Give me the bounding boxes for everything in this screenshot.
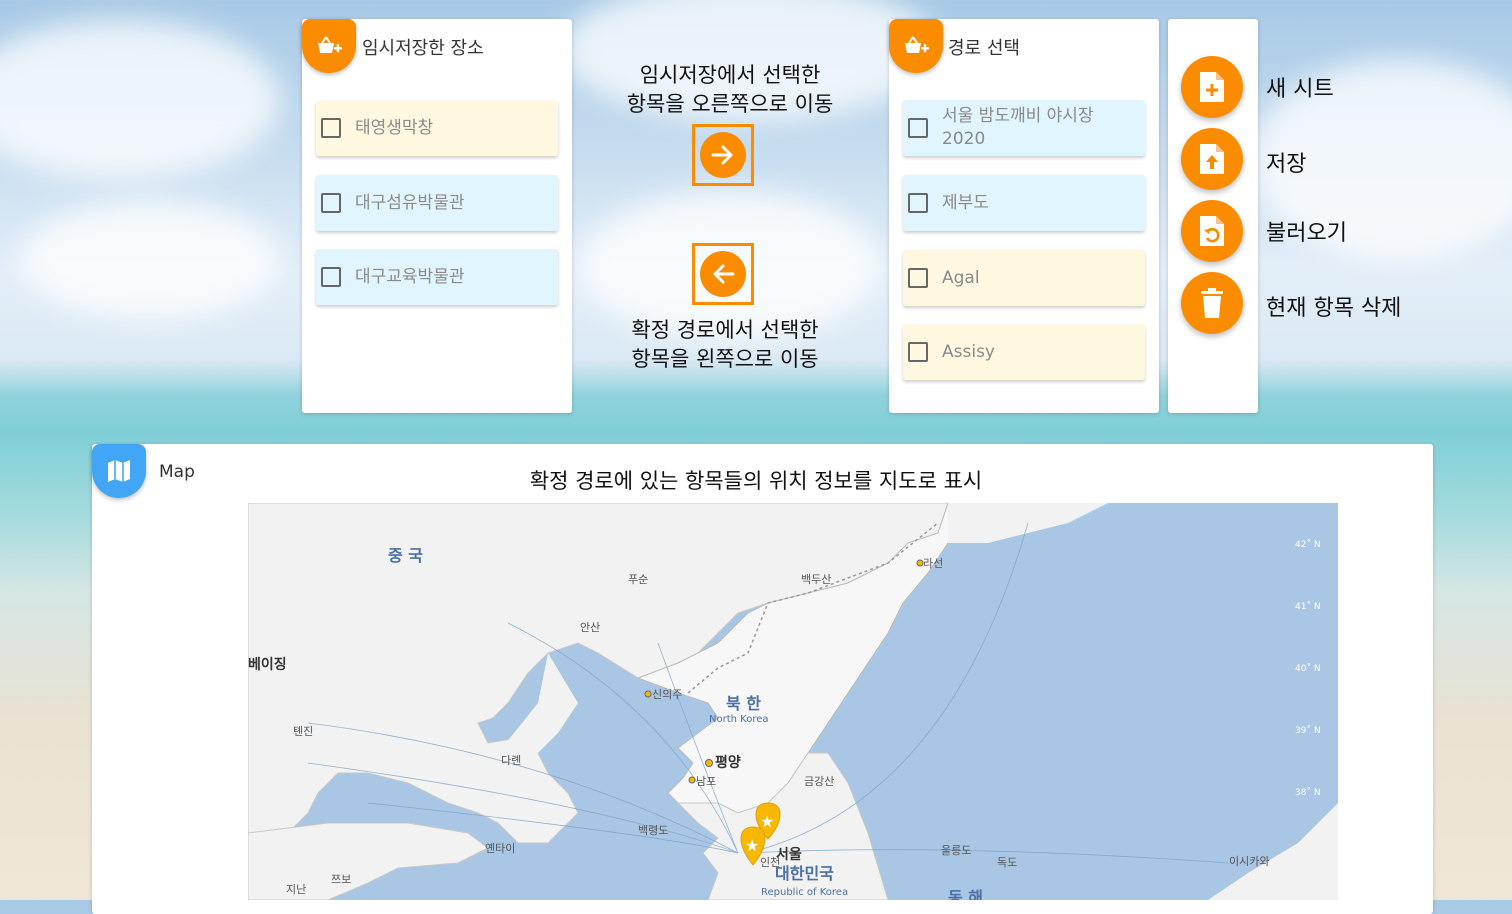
item-checkbox[interactable] [321, 267, 341, 287]
item-label: 대구교육박물관 [355, 266, 465, 287]
move-left-circle [700, 251, 746, 297]
map-label-jinan: 지난 [286, 883, 306, 896]
map-label-tianjin: 톈진 [293, 725, 313, 738]
map-label-baengnyeong: 백령도 [638, 824, 668, 837]
map-label-pyongyang: 평양 [715, 754, 741, 771]
background-cloud [20, 200, 280, 320]
delete-current-button[interactable] [1181, 272, 1243, 334]
item-checkbox[interactable] [321, 118, 341, 138]
temp-panel-title: 임시저장한 장소 [362, 38, 484, 59]
map-label-lat40: 40˚ N [1295, 663, 1321, 674]
new-sheet-label: 새 시트 [1266, 77, 1334, 102]
map-canvas[interactable]: 중 국 베이징 톈진 푸순 안산 다롄 옌타이 지난 쯔보 백두산 라선 신의주… [248, 503, 1338, 900]
map-label-sinuiju: 신의주 [652, 688, 682, 701]
svg-text:★: ★ [745, 836, 759, 855]
file-restore-icon [1200, 216, 1224, 246]
item-label: Assisy [942, 341, 995, 362]
svg-text:★: ★ [760, 812, 774, 831]
map-label-zibo: 쯔보 [331, 873, 351, 886]
item-label: 제부도 [942, 192, 989, 213]
temp-panel-badge [302, 19, 356, 73]
city-dot [688, 776, 696, 784]
map-label-ulleung: 울릉도 [941, 844, 971, 857]
map-label-geumgang: 금강산 [804, 775, 834, 788]
move-right-instruction: 임시저장에서 선택한 항목을 오른쪽으로 이동 [600, 61, 860, 119]
map-label-lat41: 41˚ N [1295, 601, 1321, 612]
move-right-text-line2: 항목을 오른쪽으로 이동 [626, 92, 834, 116]
move-right-circle [700, 132, 746, 178]
trash-icon [1201, 288, 1223, 318]
map-label-nampo: 남포 [696, 775, 716, 788]
background-cloud [0, 20, 280, 180]
map-label-lat42: 42˚ N [1295, 539, 1321, 550]
load-label: 불러오기 [1266, 221, 1347, 246]
map-label-fushun: 푸순 [628, 573, 648, 586]
arrow-left-icon [713, 264, 735, 284]
map-label-ishikawa: 이시카와 [1229, 855, 1269, 868]
item-checkbox[interactable] [908, 118, 928, 138]
move-left-instruction: 확정 경로에서 선택한 항목을 왼쪽으로 이동 [595, 316, 855, 374]
map-label-dokdo: 독도 [997, 856, 1017, 869]
item-checkbox[interactable] [321, 193, 341, 213]
map-label-dalian: 다롄 [501, 754, 521, 767]
route-panel-title: 경로 선택 [948, 38, 1020, 59]
move-left-text-line1: 확정 경로에서 선택한 [631, 318, 819, 342]
map-label-lat39: 39˚ N [1295, 725, 1321, 736]
item-label: 태영생막창 [355, 117, 434, 138]
route-list-item[interactable]: Assisy [903, 324, 1145, 380]
map-heading: 확정 경로에 있는 항목들의 위치 정보를 지도로 표시 [529, 469, 983, 493]
map-label-north-korea: 북 한 [726, 694, 761, 713]
item-checkbox[interactable] [908, 193, 928, 213]
move-left-text-line2: 항목을 왼쪽으로 이동 [631, 347, 819, 371]
item-label-line1: 서울 밤도깨비 야시장 [942, 106, 1094, 126]
move-right-text-line1: 임시저장에서 선택한 [639, 63, 821, 87]
save-button[interactable] [1181, 128, 1243, 190]
map-label-east-sea: 동 해 [948, 888, 983, 900]
temp-list-item[interactable]: 대구섬유박물관 [316, 175, 558, 231]
new-sheet-button[interactable] [1181, 56, 1243, 118]
load-button[interactable] [1181, 200, 1243, 262]
map-label-beijing: 베이징 [248, 656, 287, 673]
map-label-lat38: 38˚ N [1295, 787, 1321, 798]
file-upload-icon [1200, 144, 1224, 174]
item-label: 대구섬유박물관 [355, 192, 465, 213]
map-label-yantai: 옌타이 [485, 842, 515, 855]
item-label: Agal [942, 267, 980, 288]
city-dot [705, 759, 713, 767]
map-label-baekdu: 백두산 [801, 573, 831, 586]
temp-list-item[interactable]: 대구교육박물관 [316, 249, 558, 305]
city-dot [916, 559, 924, 567]
delete-current-label: 현재 항목 삭제 [1266, 296, 1402, 321]
arrow-right-icon [711, 145, 733, 165]
new-file-icon [1200, 72, 1224, 102]
map-label-rason: 라선 [923, 557, 943, 570]
temp-saved-panel: 임시저장한 장소 태영생막창 대구섬유박물관 대구교육박물관 [302, 19, 572, 413]
save-label: 저장 [1266, 152, 1307, 177]
map-label-south-korea: 대한민국 [775, 864, 834, 883]
item-label-line2: 2020 [942, 129, 986, 149]
item-label: 서울 밤도깨비 야시장 2020 [942, 105, 1094, 151]
route-panel-badge [889, 19, 943, 73]
map-label-south-korea-en: Republic of Korea [761, 887, 848, 898]
item-checkbox[interactable] [908, 268, 928, 288]
map-label-china: 중 국 [388, 546, 423, 565]
route-panel: 경로 선택 서울 밤도깨비 야시장 2020 제부도 Agal Assisy [889, 19, 1159, 413]
route-list-item[interactable]: Agal [903, 250, 1145, 306]
basket-add-icon [318, 36, 342, 53]
map-label-north-korea-en: North Korea [709, 714, 769, 725]
temp-list-item[interactable]: 태영생막창 [316, 100, 558, 156]
item-checkbox[interactable] [908, 342, 928, 362]
route-list-item[interactable]: 서울 밤도깨비 야시장 2020 [903, 100, 1145, 156]
route-list-item[interactable]: 제부도 [903, 175, 1145, 231]
move-left-button[interactable] [692, 243, 754, 305]
city-dot [644, 690, 652, 698]
move-right-button[interactable] [692, 124, 754, 186]
basket-add-icon [905, 36, 929, 53]
map-label-anshan: 안산 [580, 621, 600, 634]
map-view[interactable]: 중 국 베이징 톈진 푸순 안산 다롄 옌타이 지난 쯔보 백두산 라선 신의주… [248, 503, 1338, 900]
